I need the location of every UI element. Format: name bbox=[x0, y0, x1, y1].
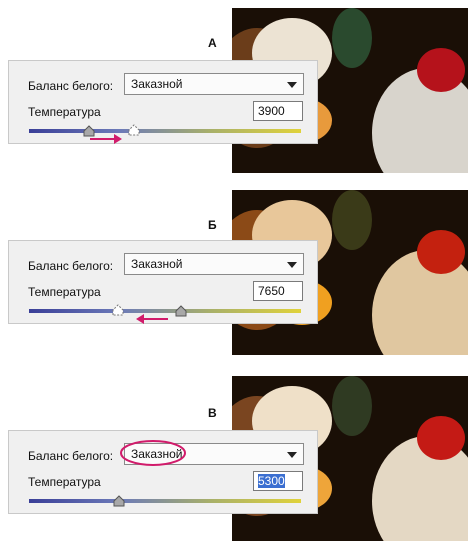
temperature-slider-thumb[interactable] bbox=[175, 305, 187, 317]
white-balance-dropdown[interactable]: Заказной bbox=[124, 253, 304, 275]
temperature-value-selected: 5300 bbox=[258, 474, 285, 488]
temperature-input[interactable]: 3900 bbox=[253, 101, 303, 121]
chevron-down-icon bbox=[287, 262, 297, 268]
arrow-left-icon bbox=[136, 314, 168, 324]
white-balance-value: Заказной bbox=[131, 257, 183, 271]
temperature-slider-track[interactable] bbox=[29, 129, 301, 133]
temperature-slider-track[interactable] bbox=[29, 499, 301, 503]
highlight-circle bbox=[120, 440, 186, 466]
white-balance-panel-a: Баланс белого: Заказной Температура 3900 bbox=[8, 60, 318, 144]
temperature-input[interactable]: 7650 bbox=[253, 281, 303, 301]
temperature-slider-thumb[interactable] bbox=[113, 495, 125, 507]
chevron-down-icon bbox=[287, 452, 297, 458]
white-balance-dropdown[interactable]: Заказной bbox=[124, 73, 304, 95]
chevron-down-icon bbox=[287, 82, 297, 88]
arrow-right-icon bbox=[90, 134, 122, 144]
white-balance-label: Баланс белого: bbox=[28, 259, 114, 273]
temperature-label: Температура bbox=[28, 105, 101, 119]
section-letter-a: А bbox=[208, 36, 217, 50]
previous-slider-position-icon bbox=[128, 124, 140, 136]
temperature-value: 7650 bbox=[258, 284, 285, 298]
white-balance-label: Баланс белого: bbox=[28, 449, 114, 463]
section-letter-c: В bbox=[208, 406, 217, 420]
white-balance-value: Заказной bbox=[131, 77, 183, 91]
temperature-label: Температура bbox=[28, 285, 101, 299]
white-balance-label: Баланс белого: bbox=[28, 79, 114, 93]
previous-slider-position-icon bbox=[112, 304, 124, 316]
temperature-label: Температура bbox=[28, 475, 101, 489]
temperature-value: 3900 bbox=[258, 104, 285, 118]
section-letter-b: Б bbox=[208, 218, 217, 232]
temperature-input[interactable]: 5300 bbox=[253, 471, 303, 491]
